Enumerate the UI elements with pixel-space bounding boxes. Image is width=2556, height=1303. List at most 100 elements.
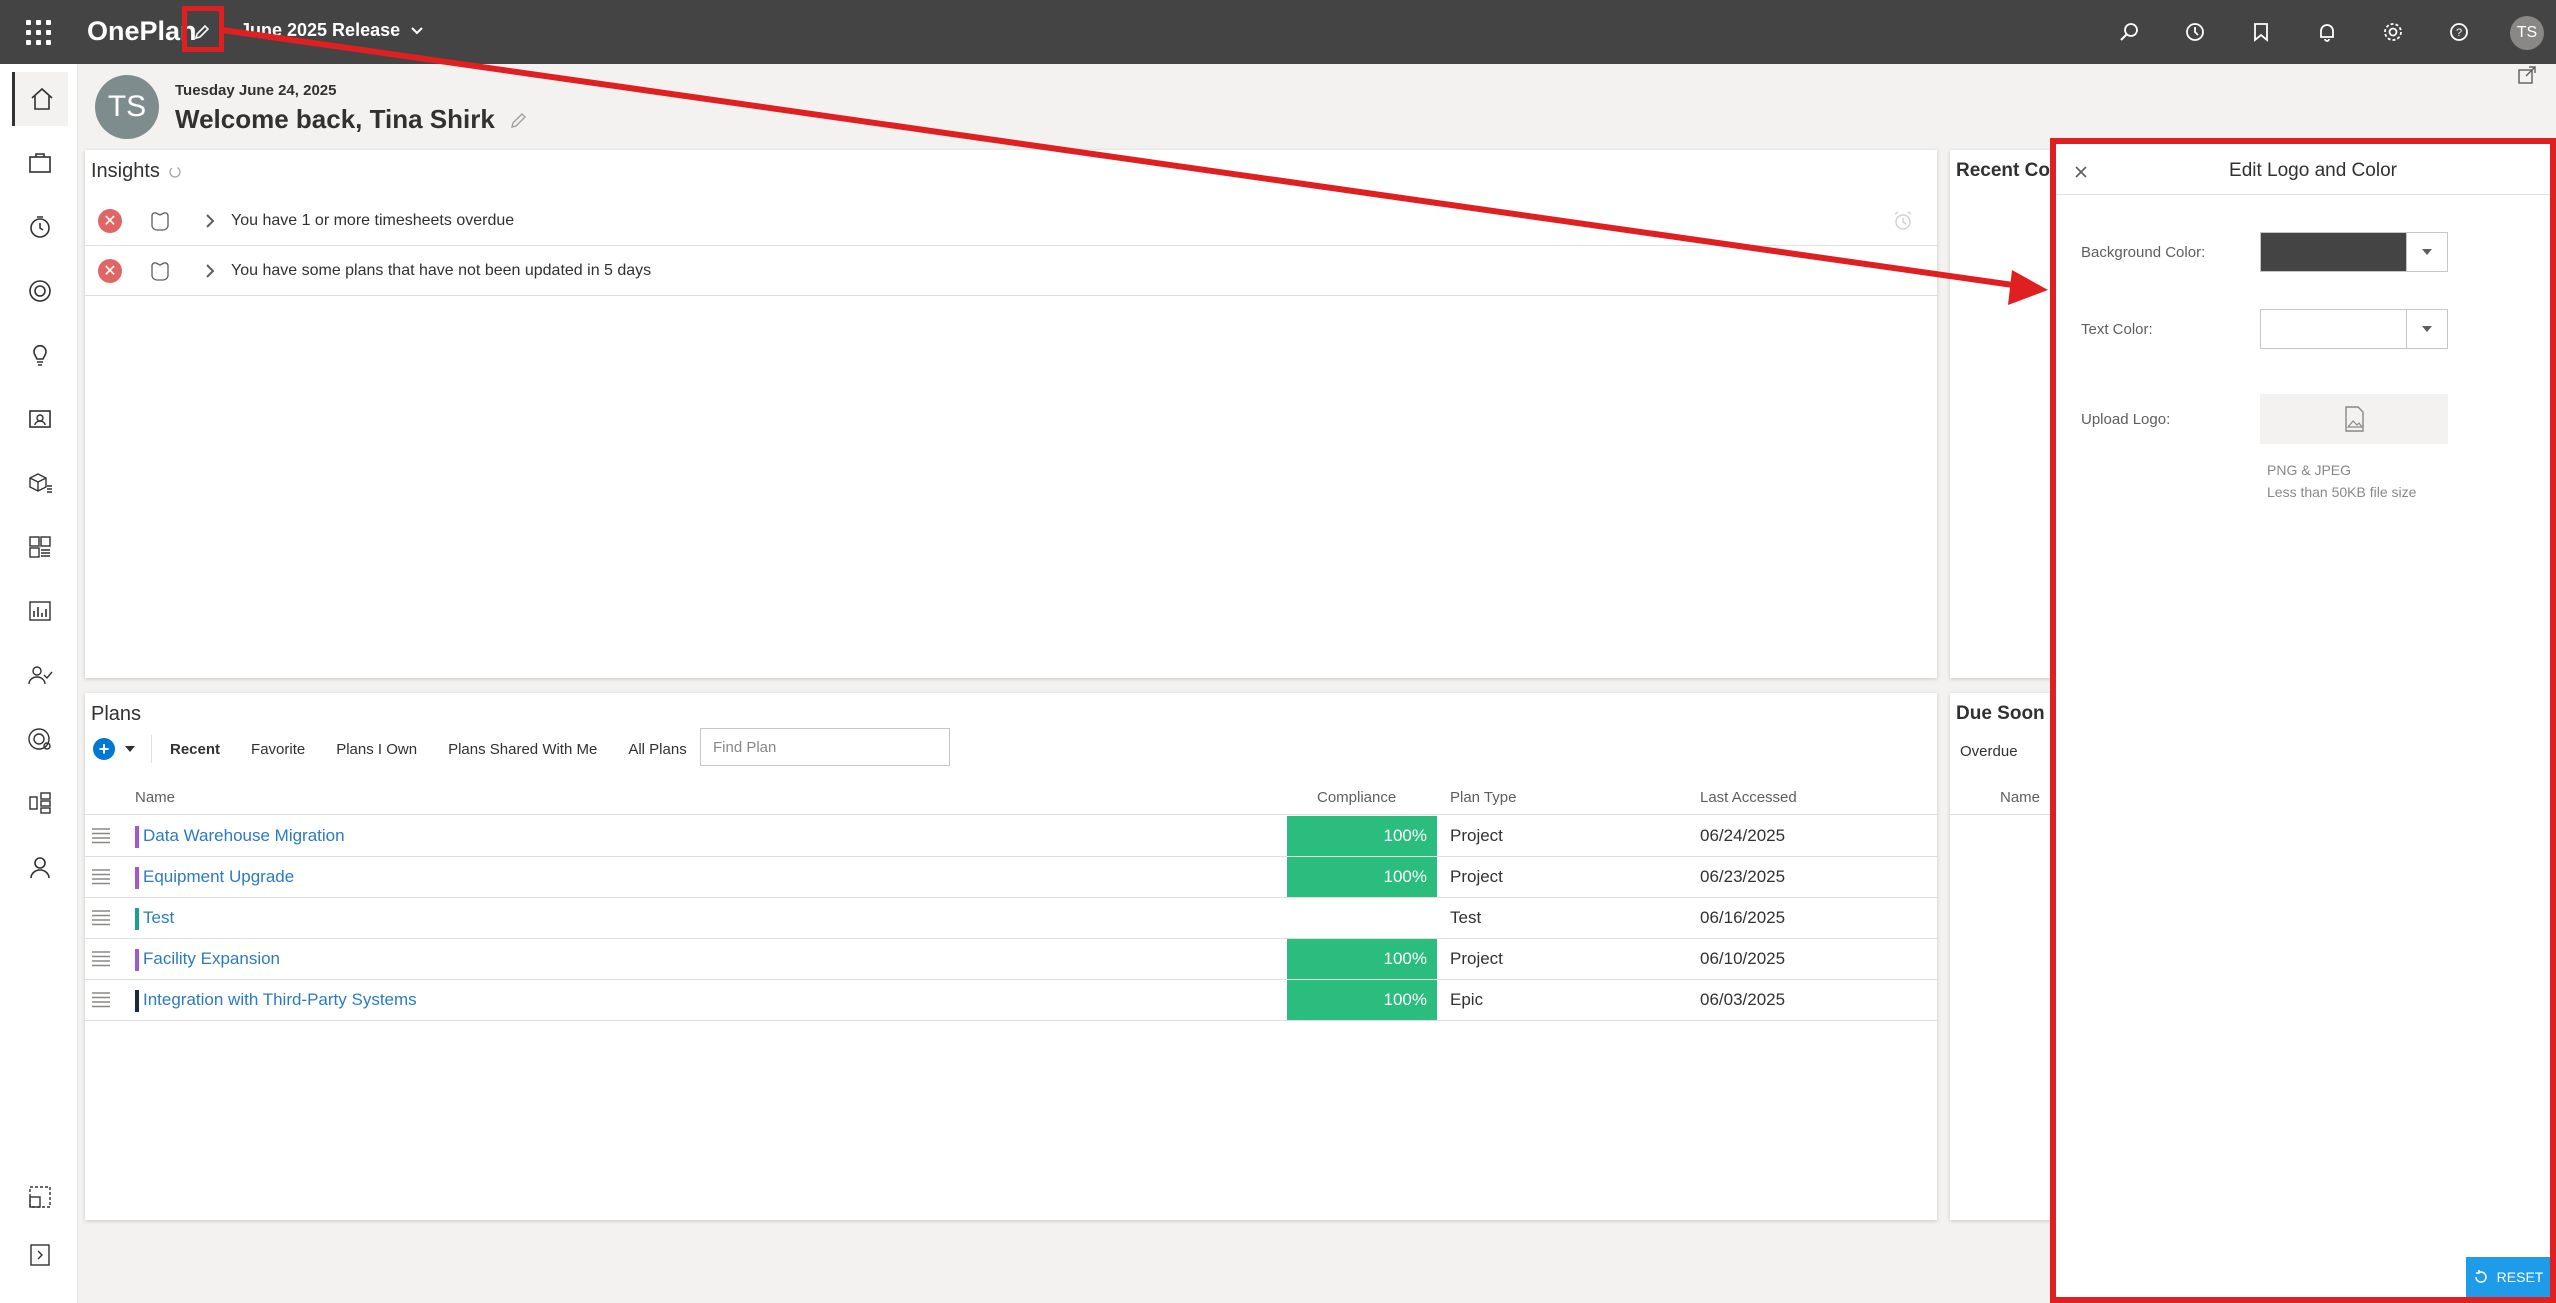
annotation-highlight <box>182 6 224 52</box>
plan-type-cell: Project <box>1450 826 1503 845</box>
bell-icon[interactable] <box>2310 15 2344 49</box>
tab-plans-i-own[interactable]: Plans I Own <box>336 741 417 758</box>
package-list-icon <box>29 473 52 493</box>
release-dropdown[interactable]: June 2025 Release <box>240 20 424 41</box>
plan-name-link[interactable]: Data Warehouse Migration <box>143 826 345 846</box>
plans-toolbar: + Recent Favorite Plans I Own Plans Shar… <box>93 733 687 765</box>
insights-panel: Insights ✕ You have 1 or more timesheets… <box>85 150 1937 678</box>
drag-handle-icon[interactable] <box>91 909 111 927</box>
chevron-right-icon[interactable] <box>201 262 219 280</box>
tab-favorite[interactable]: Favorite <box>251 741 305 758</box>
undo-icon <box>2474 1270 2487 1283</box>
add-plan-button[interactable]: + <box>93 738 115 760</box>
insight-row[interactable]: ✕ You have some plans that have not been… <box>85 246 1937 296</box>
rail-layout[interactable] <box>12 1170 68 1224</box>
rail-resources[interactable] <box>12 392 68 446</box>
tab-plans-shared[interactable]: Plans Shared With Me <box>448 741 597 758</box>
col-compliance[interactable]: Compliance <box>1317 789 1396 806</box>
rail-hierarchy[interactable] <box>12 776 68 830</box>
col-last-accessed[interactable]: Last Accessed <box>1700 789 1797 806</box>
upload-hint-size: Less than 50KB file size <box>2267 484 2417 500</box>
bg-color-swatch <box>2261 233 2406 271</box>
col-name[interactable]: Name <box>135 789 175 806</box>
expand-panel-icon <box>30 1244 50 1266</box>
plan-type-cell: Project <box>1450 949 1503 968</box>
last-accessed-cell: 06/23/2025 <box>1700 867 1786 886</box>
rail-profile[interactable] <box>12 840 68 894</box>
reset-button[interactable]: RESET <box>2466 1257 2550 1297</box>
rail-expand[interactable] <box>12 1228 68 1282</box>
person-icon <box>30 857 50 879</box>
insight-text: You have 1 or more timesheets overdue <box>231 211 515 229</box>
filter-overdue[interactable]: Overdue <box>1960 743 2018 760</box>
plan-color-bar <box>135 867 139 889</box>
compliance-cell: 100% <box>1287 939 1437 979</box>
table-row[interactable]: Facility Expansion 100% Project 06/10/2025 <box>85 939 1937 980</box>
popout-icon[interactable] <box>2516 64 2538 86</box>
reset-label: RESET <box>2496 1269 2544 1285</box>
plans-title: Plans <box>91 703 142 725</box>
rail-boards[interactable] <box>12 520 68 574</box>
upload-logo-dropzone[interactable] <box>2260 394 2448 444</box>
user-avatar[interactable]: TS <box>2510 16 2544 50</box>
col-name[interactable]: Name <box>2000 789 2040 806</box>
drag-handle-icon[interactable] <box>91 868 111 886</box>
refresh-icon[interactable] <box>168 165 182 179</box>
gear-icon[interactable] <box>2376 15 2410 49</box>
help-icon[interactable]: ? <box>2442 15 2476 49</box>
table-row[interactable]: Test Test 06/16/2025 <box>85 898 1937 939</box>
drag-handle-icon[interactable] <box>91 950 111 968</box>
bg-color-picker[interactable] <box>2260 232 2448 272</box>
drag-handle-icon[interactable] <box>91 827 111 845</box>
plan-color-bar <box>135 908 139 930</box>
plan-type-cell: Project <box>1450 867 1503 886</box>
plan-name-link[interactable]: Facility Expansion <box>143 949 280 969</box>
last-accessed-cell: 06/10/2025 <box>1700 949 1786 968</box>
rail-time[interactable] <box>12 200 68 254</box>
rail-goals[interactable] <box>12 264 68 318</box>
rail-home[interactable] <box>12 72 68 126</box>
plan-name-link[interactable]: Integration with Third-Party Systems <box>143 990 417 1010</box>
drag-handle-icon[interactable] <box>91 991 111 1009</box>
text-color-picker[interactable] <box>2260 309 2448 349</box>
alarm-clock-icon[interactable] <box>1891 209 1915 233</box>
tab-all-plans[interactable]: All Plans <box>628 741 686 758</box>
tab-recent[interactable]: Recent <box>170 741 220 758</box>
people-check-icon <box>28 666 53 685</box>
divider <box>151 735 152 763</box>
layout-select-icon <box>29 1186 51 1208</box>
col-plan-type[interactable]: Plan Type <box>1450 789 1516 806</box>
last-accessed-cell: 06/24/2025 <box>1700 826 1786 845</box>
plan-name-link[interactable]: Test <box>143 908 174 928</box>
plan-color-bar <box>135 990 139 1012</box>
search-icon[interactable] <box>2112 15 2146 49</box>
plan-type-cell: Test <box>1450 908 1482 927</box>
rail-products[interactable] <box>12 456 68 510</box>
rail-people[interactable] <box>12 648 68 702</box>
rail-ideas[interactable] <box>12 328 68 382</box>
table-row[interactable]: Equipment Upgrade 100% Project 06/23/2025 <box>85 857 1937 898</box>
insight-row[interactable]: ✕ You have 1 or more timesheets overdue <box>85 196 1937 246</box>
app-launcher-icon[interactable] <box>24 18 52 46</box>
plan-color-bar <box>135 826 139 848</box>
rail-portfolio[interactable] <box>12 136 68 190</box>
caret-down-icon[interactable] <box>123 742 137 756</box>
bookmark-icon[interactable] <box>2244 15 2278 49</box>
table-row[interactable]: Data Warehouse Migration 100% Project 06/24… <box>85 816 1937 857</box>
plan-name-link[interactable]: Equipment Upgrade <box>143 867 294 887</box>
edit-pencil-icon[interactable] <box>509 110 529 130</box>
rail-radar[interactable] <box>12 712 68 766</box>
find-plan-input[interactable] <box>700 728 950 766</box>
compliance-cell: 100% <box>1287 857 1437 897</box>
history-icon[interactable] <box>2178 15 2212 49</box>
app-name: OnePlan <box>87 16 197 46</box>
briefcase-icon <box>29 153 51 173</box>
bot-icon <box>151 211 169 231</box>
text-color-label: Text Color: <box>2081 321 2153 338</box>
left-rail <box>0 64 78 1303</box>
caret-down-icon <box>2422 326 2432 332</box>
chevron-right-icon[interactable] <box>201 212 219 230</box>
rail-reports[interactable] <box>12 584 68 638</box>
dropdown-caret <box>2406 233 2447 271</box>
table-row[interactable]: Integration with Third-Party Systems 100%… <box>85 980 1937 1021</box>
